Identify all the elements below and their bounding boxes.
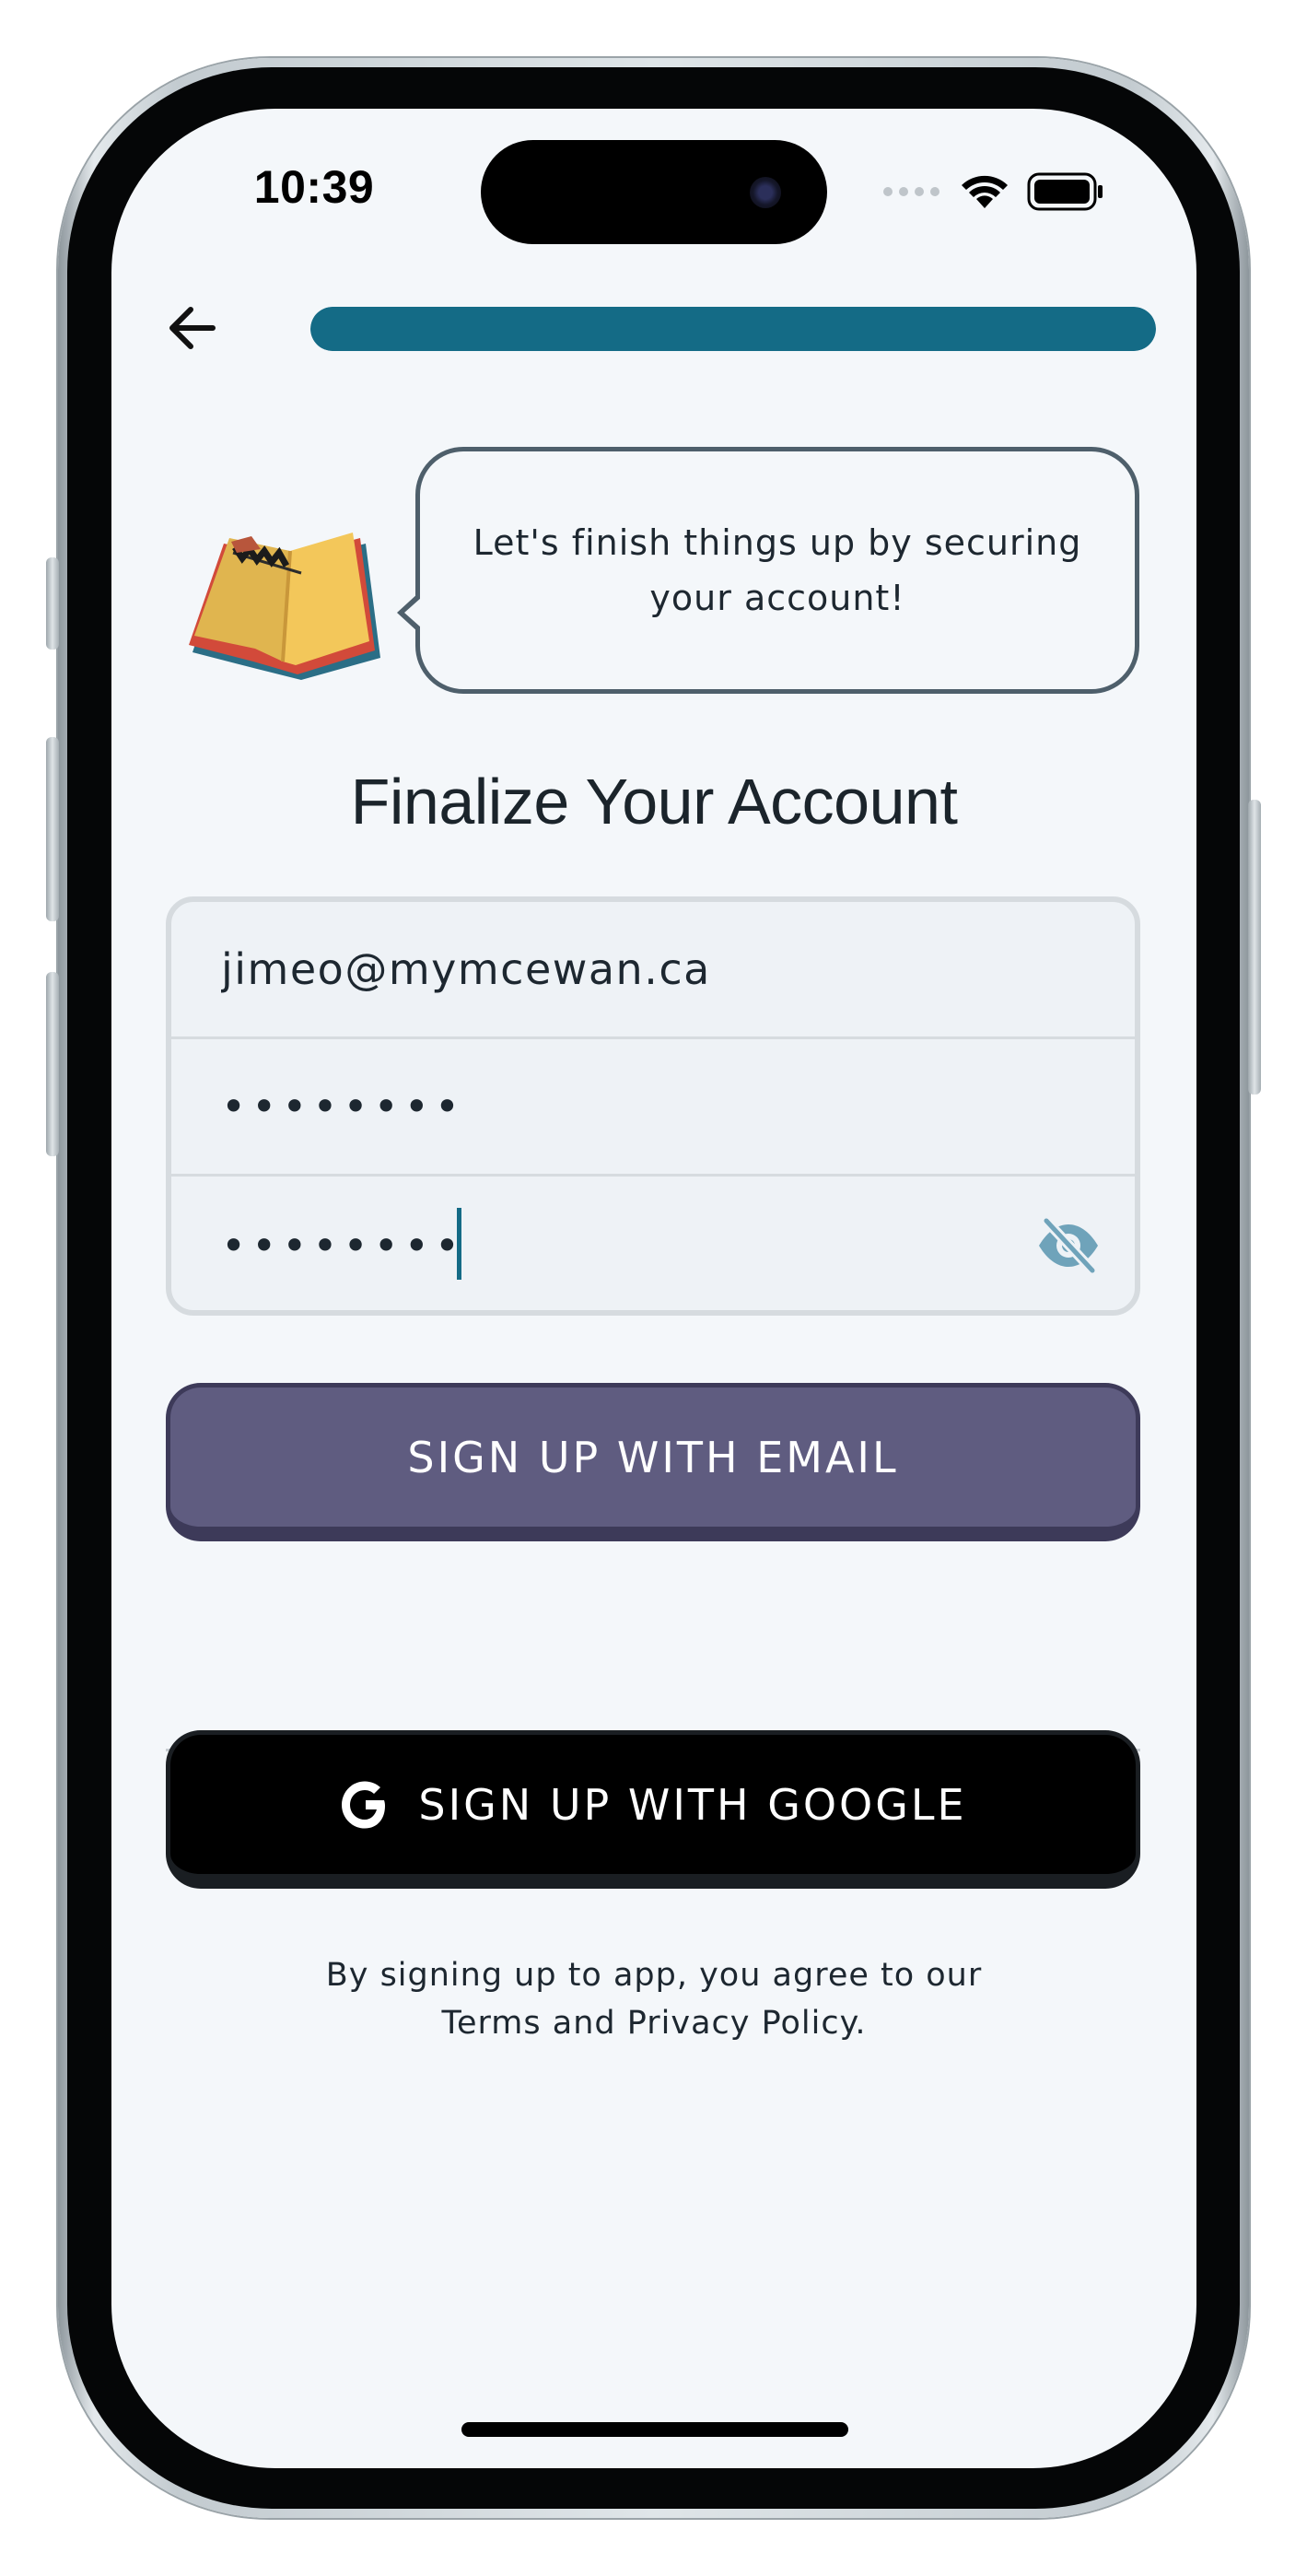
confirm-password-field-row[interactable]: •••••••• (171, 1177, 1135, 1310)
page-title: Finalize Your Account (350, 766, 958, 837)
volume-up-button (46, 737, 59, 921)
legal-and: and (552, 2005, 616, 2042)
power-button (1248, 800, 1261, 1095)
signal-dots-icon (883, 187, 939, 196)
battery-icon (1027, 172, 1103, 211)
action-button (46, 557, 59, 650)
password-field-row[interactable]: •••••••• (171, 1039, 1135, 1177)
sign-up-google-button[interactable]: SIGN UP WITH GOOGLE (166, 1730, 1140, 1889)
email-field-row (171, 902, 1135, 1039)
volume-down-button (46, 972, 59, 1156)
arrow-left-icon (169, 307, 216, 349)
google-icon (342, 1781, 386, 1828)
dynamic-island (481, 140, 827, 244)
legal-line-2: Terms and Privacy Policy. (111, 1999, 1196, 2047)
privacy-policy-link[interactable]: Privacy Policy (627, 2005, 856, 2042)
book-mascot-icon (189, 533, 380, 680)
mascot-speech-bubble: Let's finish things up by securing your … (415, 447, 1139, 694)
onboarding-progress-bar (310, 307, 1156, 351)
camera-icon (750, 177, 781, 208)
app-screen: 10:39 Let's finish things up by securing… (111, 109, 1196, 2468)
progress-fill (310, 307, 1156, 351)
legal-line-1: By signing up to app, you agree to our (325, 1957, 983, 1994)
sign-up-email-label: SIGN UP WITH EMAIL (407, 1432, 899, 1482)
sign-up-email-button[interactable]: SIGN UP WITH EMAIL (166, 1383, 1140, 1541)
back-button[interactable] (156, 291, 229, 365)
confirm-password-field[interactable]: •••••••• (221, 1221, 465, 1270)
text-cursor (457, 1208, 461, 1280)
eye-off-icon[interactable] (1035, 1215, 1102, 1276)
status-icons (881, 164, 1104, 219)
email-field[interactable] (221, 902, 958, 1036)
home-indicator[interactable] (461, 2422, 848, 2437)
wifi-icon (962, 175, 1008, 208)
legal-notice: By signing up to app, you agree to our T… (111, 1951, 1196, 2047)
sign-up-google-label: SIGN UP WITH GOOGLE (418, 1779, 967, 1830)
speech-bubble-tail-fill (404, 598, 421, 627)
speech-text: Let's finish things up by securing your … (473, 522, 1082, 618)
credentials-form: •••••••• •••••••• (166, 896, 1140, 1316)
password-field[interactable]: •••••••• (221, 1082, 465, 1131)
legal-period: . (855, 2005, 867, 2042)
terms-link[interactable]: Terms (442, 2005, 542, 2042)
status-time: 10:39 (253, 161, 375, 213)
